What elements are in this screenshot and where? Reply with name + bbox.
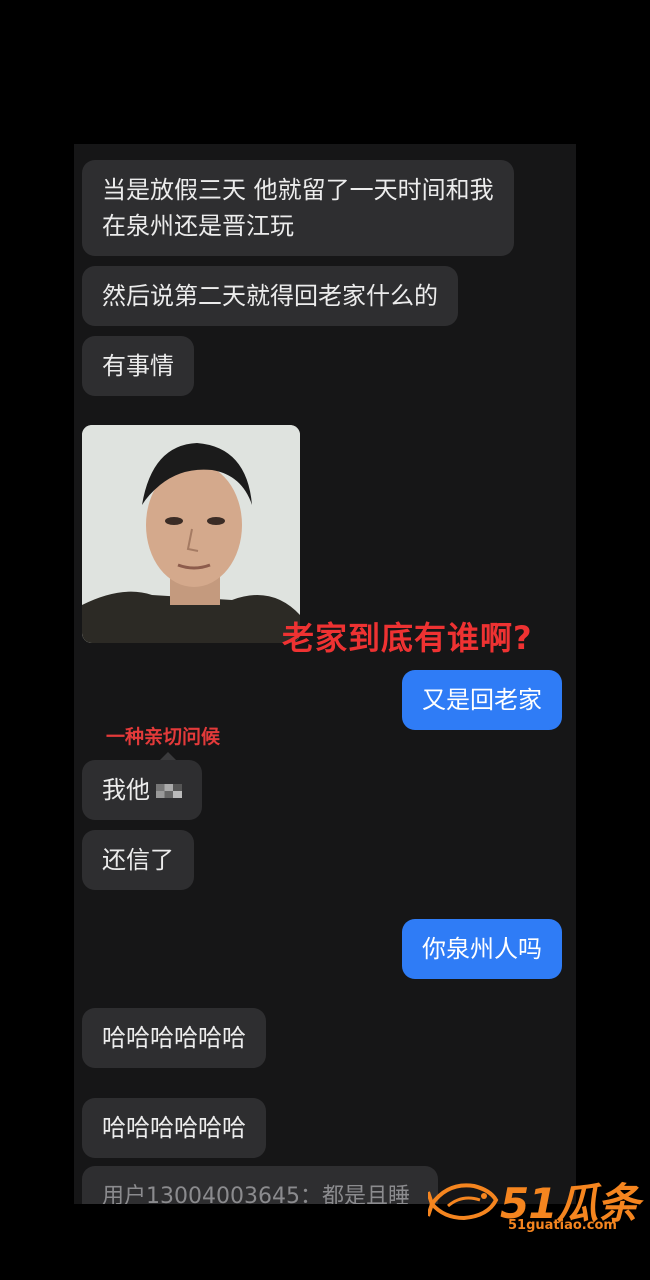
message-bubble-incoming-partial[interactable]: 用户13004003645：都是且睡: [82, 1166, 438, 1204]
message-bubble-incoming[interactable]: 然后说第二天就得回老家什么的: [82, 266, 458, 326]
watermark: 51瓜条 51guatiao.com: [428, 1166, 639, 1240]
message-text: 我他: [102, 776, 150, 804]
message-bubble-incoming[interactable]: 我他: [82, 760, 202, 820]
bubble-tail: [160, 752, 176, 760]
caption-question: 老家到底有谁啊?: [282, 619, 533, 657]
message-text: 用户13004003645：都是且睡: [102, 1184, 410, 1204]
message-text: 还信了: [102, 846, 174, 874]
chat-panel[interactable]: 当是放假三天 他就留了一天时间和我 在泉州还是晋江玩 然后说第二天就得回老家什么…: [74, 144, 576, 1204]
message-bubble-incoming[interactable]: 有事情: [82, 336, 194, 396]
fish-logo-icon: [428, 1183, 499, 1221]
message-bubble-incoming[interactable]: 还信了: [82, 830, 194, 890]
message-text: 在泉州还是晋江玩: [102, 212, 294, 240]
message-bubble-incoming[interactable]: 当是放假三天 他就留了一天时间和我 在泉州还是晋江玩: [82, 160, 514, 256]
message-text: 然后说第二天就得回老家什么的: [102, 282, 438, 310]
message-text: 有事情: [102, 352, 174, 380]
meme-photo[interactable]: [82, 425, 300, 643]
message-text: 当是放假三天 他就留了一天时间和我: [102, 176, 494, 204]
message-text: 哈哈哈哈哈哈: [102, 1024, 246, 1052]
message-bubble-outgoing[interactable]: 又是回老家: [402, 670, 562, 730]
watermark-url: 51guatiao.com: [508, 1218, 617, 1233]
message-text: 你泉州人吗: [422, 935, 542, 963]
message-bubble-incoming[interactable]: 哈哈哈哈哈哈: [82, 1098, 266, 1158]
message-bubble-incoming[interactable]: 哈哈哈哈哈哈: [82, 1008, 266, 1068]
mosaic-censor: [156, 784, 182, 798]
message-text: 又是回老家: [422, 686, 542, 714]
message-text: 哈哈哈哈哈哈: [102, 1114, 246, 1142]
caption-note: 一种亲切问候: [106, 726, 221, 748]
message-bubble-outgoing[interactable]: 你泉州人吗: [402, 919, 562, 979]
meme-photo-image: [82, 425, 300, 643]
